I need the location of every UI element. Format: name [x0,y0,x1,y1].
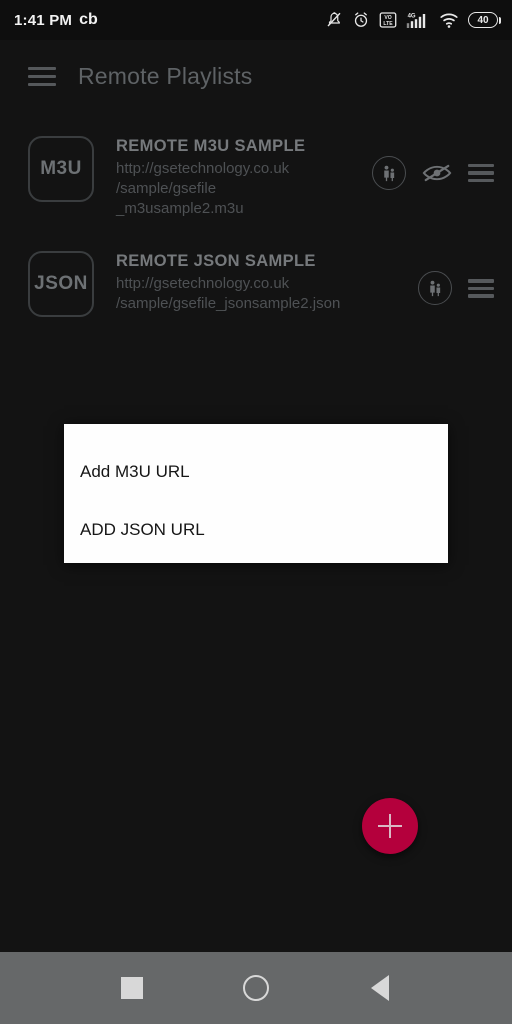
dialog-option-add-m3u-url[interactable]: Add M3U URL [64,444,448,500]
hamburger-menu-icon[interactable] [14,48,70,104]
wifi-icon [440,13,458,28]
list-item[interactable]: JSON REMOTE JSON SAMPLE http://gsetechno… [0,233,512,331]
handle-line [468,294,494,298]
page-title: Remote Playlists [78,62,253,89]
status-bar-right: VO LTE 4G 40 [325,11,501,29]
playlist-type-badge: JSON [28,251,94,318]
svg-text:LTE: LTE [383,21,393,27]
menu-line [28,82,56,86]
status-clock: 1:41 PM [14,11,73,29]
handle-line [468,178,494,183]
app-bar: Remote Playlists [0,40,512,112]
status-bar-left: 1:41 PM cb [14,11,98,29]
menu-line [28,74,56,78]
battery-indicator: 40 [468,12,501,28]
menu-line [28,66,56,70]
list-item[interactable]: M3U REMOTE M3U SAMPLE http://gsetechnolo… [0,118,512,233]
parental-control-icon[interactable] [418,271,452,306]
playlist-type-badge: M3U [28,136,94,202]
app-screen: 1:41 PM cb VO LTE 4G 40 Remote Playlists… [0,0,512,1024]
drag-handle-icon[interactable] [468,279,494,298]
recents-square-icon [121,977,143,999]
playlist-list: M3U REMOTE M3U SAMPLE http://gsetechnolo… [0,118,512,331]
playlist-title: REMOTE JSON SAMPLE [116,252,316,271]
parental-control-icon[interactable] [372,156,406,190]
plus-icon-vertical [389,814,391,838]
status-carrier-label: cb [79,11,98,28]
home-circle-icon [243,975,269,1001]
handle-line [468,286,494,291]
dialog-option-add-json-url[interactable]: ADD JSON URL [64,502,448,558]
list-item-text: REMOTE M3U SAMPLE http://gsetechnology.c… [94,132,366,219]
notifications-muted-icon [327,12,341,27]
add-playlist-fab[interactable] [362,798,418,854]
volte-icon: VO LTE [379,12,397,28]
list-item-text: REMOTE JSON SAMPLE http://gsetechnology.… [94,247,412,314]
recents-button[interactable] [102,958,162,1018]
visibility-off-icon[interactable] [422,162,452,184]
handle-line [468,279,494,283]
handle-line [468,171,494,175]
status-bar: 1:41 PM cb VO LTE 4G 40 [0,0,512,40]
alarm-icon [354,12,368,27]
back-button[interactable] [350,958,410,1018]
drag-handle-icon[interactable] [468,163,494,183]
svg-text:4G: 4G [408,14,416,20]
list-item-actions [412,247,494,306]
back-triangle-icon [371,975,389,1001]
mobile-signal-4g-icon: 4G [406,14,426,28]
playlist-title: REMOTE M3U SAMPLE [116,137,306,155]
svg-text:VO: VO [384,15,391,21]
system-navigation-bar [0,952,512,1024]
add-url-dialog: Add M3U URL ADD JSON URL [64,424,448,563]
playlist-url: http://gsetechnology.co.uk /sample/gsefi… [116,275,341,313]
list-item-actions [366,132,494,190]
playlist-url: http://gsetechnology.co.uk /sample/gsefi… [116,159,290,218]
home-button[interactable] [226,958,286,1018]
handle-line [468,163,494,168]
battery-level-text: 40 [477,14,489,26]
